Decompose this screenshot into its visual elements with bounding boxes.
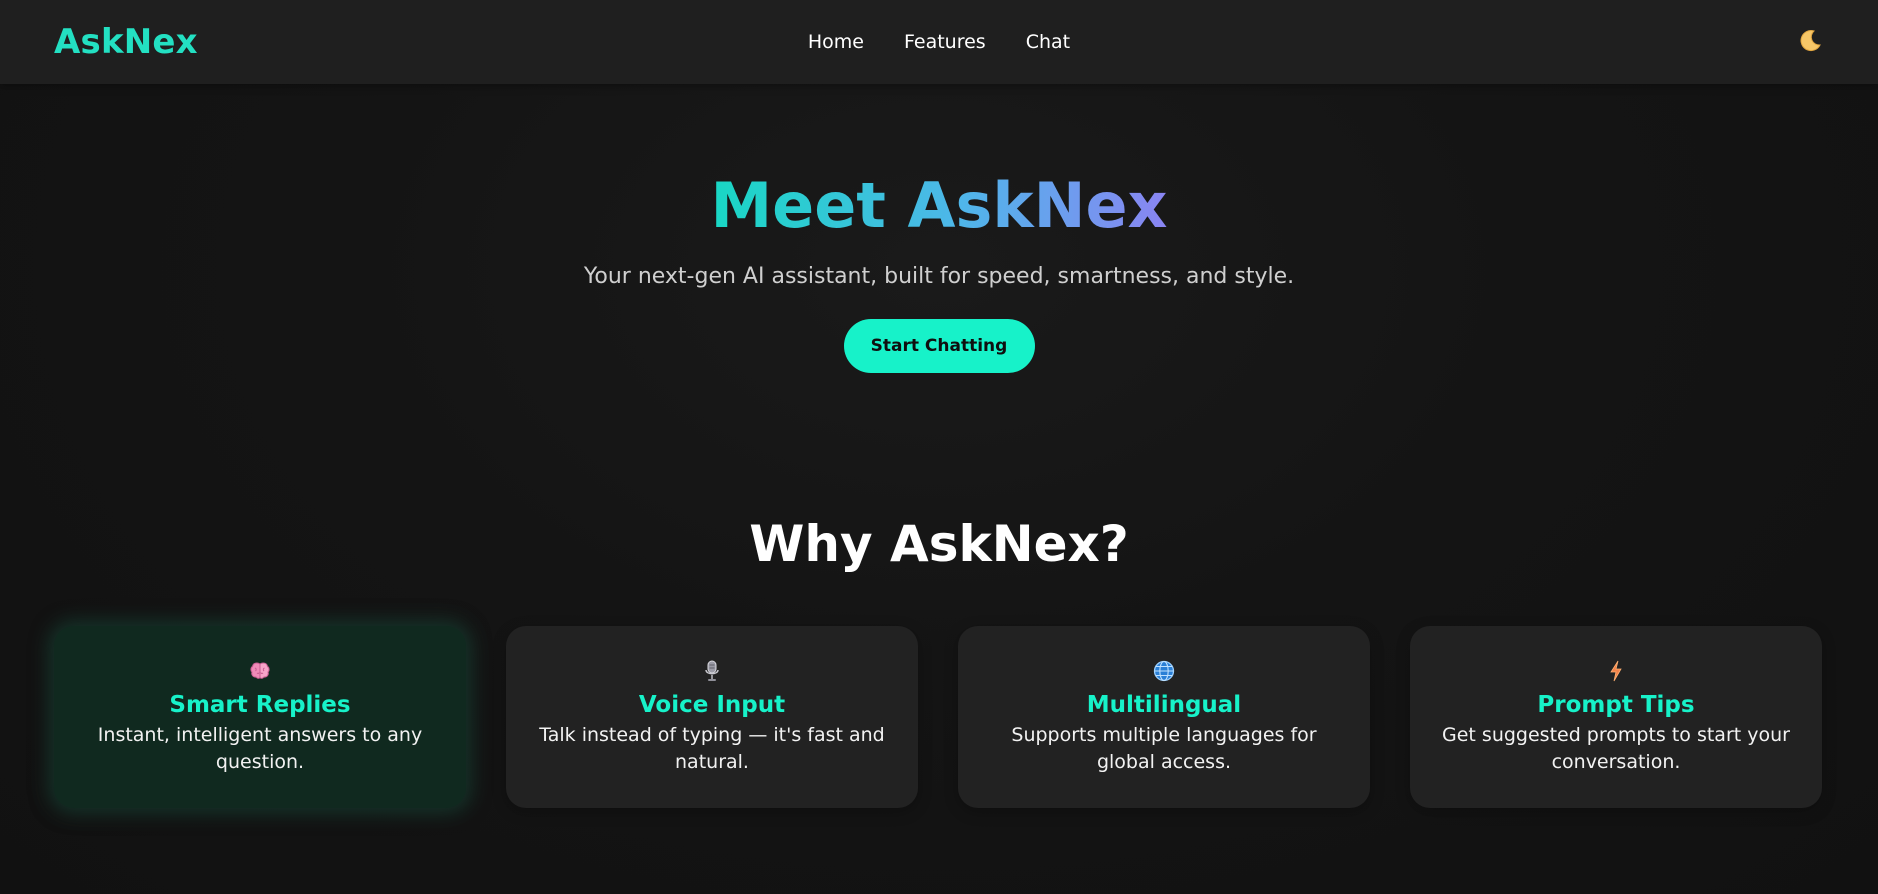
hero-section: Meet AskNex Your next-gen AI assistant, … xyxy=(0,84,1878,374)
feature-card-prompt-tips[interactable]: Prompt Tips Get suggested prompts to sta… xyxy=(1410,626,1822,808)
globe-icon xyxy=(958,660,1370,682)
features-title: Why AskNex? xyxy=(749,515,1129,573)
features-grid: Smart Replies Instant, intelligent answe… xyxy=(54,626,1824,808)
feature-title: Voice Input xyxy=(638,692,786,718)
feature-description: Supports multiple languages for global a… xyxy=(1011,724,1317,773)
feature-card-smart-replies[interactable]: Smart Replies Instant, intelligent answe… xyxy=(54,626,466,808)
feature-card-voice-input[interactable]: Voice Input Talk instead of typing — it'… xyxy=(506,626,918,808)
brain-icon xyxy=(54,660,466,682)
lightning-icon xyxy=(1410,660,1822,682)
feature-title: Prompt Tips xyxy=(1537,692,1695,718)
nav-link-chat[interactable]: Chat xyxy=(1026,31,1070,53)
microphone-icon xyxy=(506,660,918,682)
feature-description: Get suggested prompts to start your conv… xyxy=(1442,724,1790,773)
start-chatting-button[interactable]: Start Chatting xyxy=(843,319,1035,374)
nav-link-features[interactable]: Features xyxy=(904,31,986,53)
hero-subtitle: Your next-gen AI assistant, built for sp… xyxy=(583,264,1295,290)
nav-links: Home Features Chat xyxy=(808,31,1070,53)
hero-title: Meet AskNex xyxy=(710,169,1168,242)
feature-description: Instant, intelligent answers to any ques… xyxy=(97,724,423,773)
feature-title: Smart Replies xyxy=(169,692,351,718)
feature-title: Multilingual xyxy=(1086,692,1242,718)
navbar: AskNex Home Features Chat xyxy=(0,0,1878,84)
brand-logo[interactable]: AskNex xyxy=(54,22,198,62)
feature-description: Talk instead of typing — it's fast and n… xyxy=(539,724,885,773)
theme-toggle-button[interactable] xyxy=(1790,22,1830,62)
moon-icon xyxy=(1797,28,1823,57)
feature-card-multilingual[interactable]: Multilingual Supports multiple languages… xyxy=(958,626,1370,808)
nav-link-home[interactable]: Home xyxy=(808,31,864,53)
